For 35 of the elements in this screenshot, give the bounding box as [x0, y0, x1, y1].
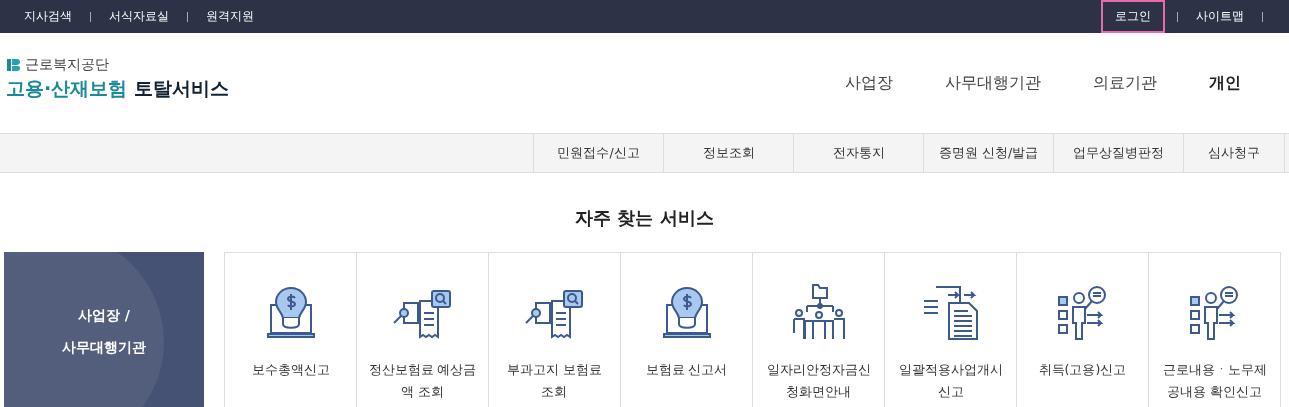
service-card[interactable]: 근로내용ㆍ노무제 공내용 확인신고 [1149, 253, 1280, 407]
document-search-icon [391, 289, 454, 341]
document-transfer-icon [921, 285, 980, 341]
service-card[interactable]: 취득(고용)신고 [1017, 253, 1149, 407]
section-title: 자주 찾는 서비스 [574, 206, 715, 230]
top-link[interactable]: 사이트맵 [1192, 2, 1248, 31]
main-nav-item[interactable]: 사무대행기관 [919, 72, 1067, 94]
person-checklist-icon [1188, 285, 1241, 341]
person-checklist-icon [1056, 285, 1109, 341]
service-card[interactable]: 보수총액신고 [225, 253, 357, 407]
service-card[interactable]: 부과고지 보험료 조회 [489, 253, 621, 407]
sub-nav-item[interactable]: 민원접수/신고 [533, 134, 663, 172]
top-link[interactable]: 원격지원 [202, 2, 258, 31]
lightbulb-dollar-icon [265, 285, 316, 341]
service-card[interactable]: 정산보험료 예상금 액 조회 [357, 253, 489, 407]
lightbulb-dollar-icon [661, 285, 712, 341]
sub-nav-item[interactable]: 심사청구 [1183, 134, 1285, 172]
sub-nav-item[interactable]: 전자통지 [793, 134, 923, 172]
site-title: 고용·산재보험 토탈서비스 [6, 76, 229, 101]
logo-icon [6, 57, 22, 73]
main-nav-item[interactable]: 의료기관 [1067, 72, 1183, 94]
sub-nav-item[interactable]: 증명원 신청/발급 [923, 134, 1053, 172]
service-card[interactable]: 일자리안정자금신 청화면안내 [753, 253, 885, 407]
main-nav-item[interactable]: 사업장 [819, 72, 919, 94]
top-link[interactable]: 지사검색 [20, 2, 76, 31]
sub-nav-item[interactable]: 정보조회 [663, 134, 793, 172]
service-card[interactable]: 일괄적용사업개시 신고 [885, 253, 1017, 407]
org-name: 근로복지공단 [25, 56, 109, 74]
main-nav-item[interactable]: 개인 [1183, 72, 1267, 94]
sub-nav-item[interactable]: 업무상질병판정 [1053, 134, 1183, 172]
top-link[interactable]: 서식자료실 [105, 2, 173, 31]
service-card[interactable]: 보험료 신고서 [621, 253, 753, 407]
team-folder-icon [790, 283, 847, 341]
top-link[interactable]: 로그인 [1103, 2, 1163, 31]
document-search-icon [523, 289, 586, 341]
